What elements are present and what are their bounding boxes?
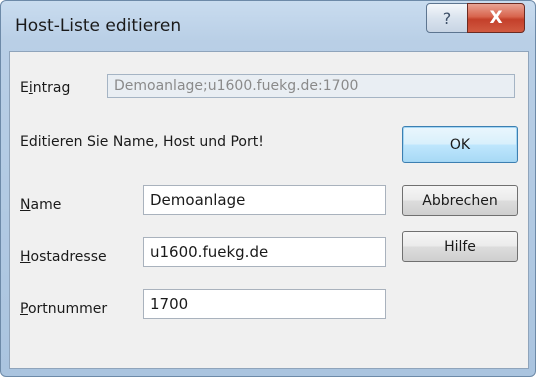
host-input[interactable]: u1600.fuekg.de xyxy=(143,237,386,267)
dialog-window: Host-Liste editieren ? X Eintrag Demoanl… xyxy=(0,0,536,377)
help-title-button[interactable]: ? xyxy=(426,3,468,33)
cancel-button[interactable]: Abbrechen xyxy=(402,185,518,216)
title-bar[interactable]: Host-Liste editieren ? X xyxy=(1,1,535,49)
ok-button[interactable]: OK xyxy=(402,126,518,163)
help-button[interactable]: Hilfe xyxy=(402,231,518,262)
entry-label: Eintrag xyxy=(20,80,71,96)
port-label: Portnummer xyxy=(20,301,108,317)
dialog-client-area: Eintrag Demoanlage;u1600.fuekg.de:1700 E… xyxy=(9,51,529,369)
window-title: Host-Liste editieren xyxy=(15,16,182,36)
entry-field: Demoanlage;u1600.fuekg.de:1700 xyxy=(107,74,515,98)
close-button[interactable]: X xyxy=(467,3,525,33)
name-input[interactable]: Demoanlage xyxy=(143,185,386,215)
instruction-text: Editieren Sie Name, Host und Port! xyxy=(20,134,264,150)
port-input[interactable]: 1700 xyxy=(143,289,386,319)
question-mark-icon: ? xyxy=(442,8,452,28)
close-icon: X xyxy=(489,8,503,28)
name-label: Name xyxy=(20,197,62,213)
host-label: Hostadresse xyxy=(20,249,107,265)
